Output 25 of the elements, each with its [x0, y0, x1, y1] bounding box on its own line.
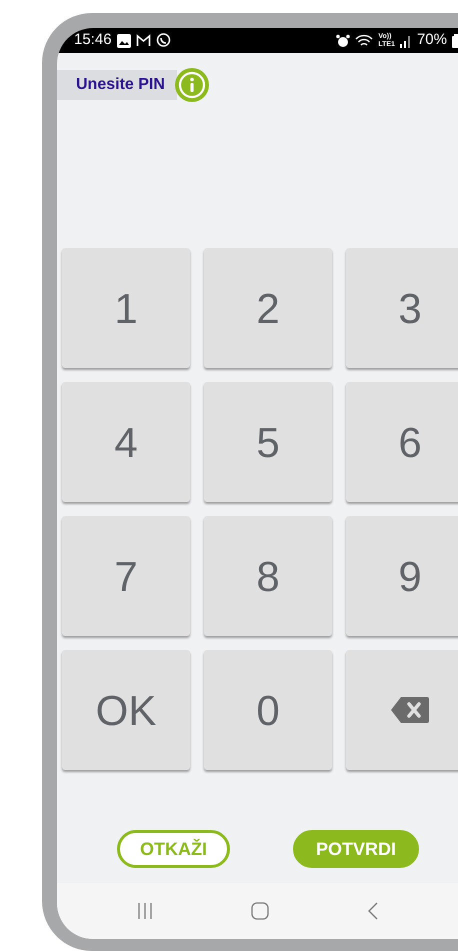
mail-icon: [136, 34, 151, 47]
backspace-icon: [391, 697, 429, 723]
image-icon: [116, 34, 131, 48]
page-title: Unesite PIN: [57, 70, 177, 100]
backspace-key[interactable]: [346, 650, 458, 770]
keypad-key[interactable]: 3: [346, 248, 458, 368]
keypad-key[interactable]: 9: [346, 516, 458, 636]
signal-icon: [400, 34, 412, 48]
keypad-key[interactable]: 8: [204, 516, 332, 636]
keypad-key[interactable]: 1: [62, 248, 190, 368]
keypad-key[interactable]: 2: [204, 248, 332, 368]
clock-time: 15:46: [74, 30, 112, 50]
battery-percent: 70%: [416, 30, 447, 50]
keypad-key[interactable]: 6: [346, 382, 458, 502]
keypad-key[interactable]: 0: [204, 650, 332, 770]
keypad-key[interactable]: OK: [62, 650, 190, 770]
keypad-key[interactable]: 7: [62, 516, 190, 636]
phone-bubble-icon: [156, 33, 171, 48]
recent-apps-icon[interactable]: [137, 902, 153, 920]
home-icon[interactable]: [251, 902, 269, 920]
back-icon[interactable]: [367, 902, 379, 920]
info-icon[interactable]: [174, 68, 209, 102]
wifi-icon: [355, 34, 374, 48]
keypad-key[interactable]: 4: [62, 382, 190, 502]
keypad-key[interactable]: 5: [204, 382, 332, 502]
